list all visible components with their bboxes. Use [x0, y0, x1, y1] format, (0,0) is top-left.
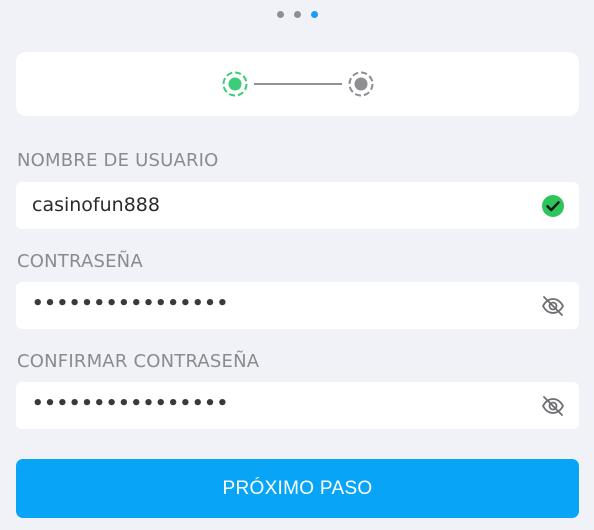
- pager-dot-1[interactable]: [276, 11, 284, 18]
- username-value: casinofun888: [32, 194, 160, 216]
- confirm-password-label: CONFIRMAR CONTRASEÑA: [17, 351, 260, 372]
- eye-off-icon[interactable]: [541, 294, 565, 318]
- username-field[interactable]: casinofun888: [16, 182, 579, 229]
- pager-dot-3-active[interactable]: [310, 11, 318, 18]
- registration-step-page: NOMBRE DE USUARIO casinofun888 CONTRASEÑ…: [0, 0, 594, 530]
- step-2-pending-icon: [348, 71, 374, 97]
- pager-dots: [0, 11, 594, 18]
- next-step-button[interactable]: PRÓXIMO PASO: [16, 459, 579, 518]
- step-1-done-icon: [222, 71, 248, 97]
- pager-dot-2[interactable]: [293, 11, 301, 18]
- progress-stepper: [222, 71, 374, 97]
- eye-off-icon[interactable]: [541, 394, 565, 418]
- password-field[interactable]: ••••••••••••••••: [16, 282, 579, 329]
- progress-stepper-card: [16, 52, 579, 116]
- password-label: CONTRASEÑA: [17, 251, 143, 272]
- confirm-password-field[interactable]: ••••••••••••••••: [16, 382, 579, 429]
- password-value: ••••••••••••••••: [32, 293, 229, 314]
- check-circle-icon: [541, 194, 565, 218]
- confirm-password-value: ••••••••••••••••: [32, 393, 229, 414]
- username-label: NOMBRE DE USUARIO: [17, 150, 219, 171]
